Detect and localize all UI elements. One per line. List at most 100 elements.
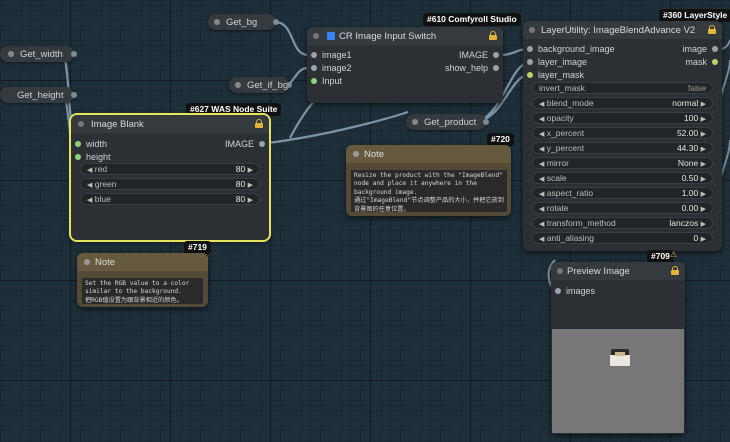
input-input[interactable]: Input	[311, 76, 342, 86]
widget-rotate[interactable]: ◀ rotate 0.00 ▶	[532, 202, 713, 214]
widget-mirror[interactable]: ◀ mirror None ▶	[532, 157, 713, 169]
node-collapse-dot[interactable]	[84, 259, 90, 265]
increment-arrow-icon[interactable]: ▶	[701, 116, 706, 123]
node-collapse-dot[interactable]	[78, 121, 84, 127]
get-if-bg-node[interactable]: Get_if_bg	[229, 77, 292, 93]
decrement-arrow-icon[interactable]: ◀	[539, 206, 544, 213]
output-socket[interactable]	[712, 46, 718, 52]
increment-arrow-icon[interactable]: ▶	[701, 176, 706, 183]
input-layer-image[interactable]: layer_image	[527, 57, 587, 67]
get-width-node[interactable]: Get_width	[0, 46, 77, 62]
node-collapse-dot[interactable]	[214, 19, 220, 25]
input-socket[interactable]	[75, 154, 81, 160]
widget-y-percent[interactable]: ◀ y_percent 44.30 ▶	[532, 142, 713, 154]
decrement-arrow-icon[interactable]: ◀	[539, 146, 544, 153]
node-collapse-dot[interactable]	[8, 51, 14, 57]
widget-blue[interactable]: ◀ blue 80 ▶	[80, 193, 260, 205]
node-title-bar[interactable]: CR Image Input Switch	[307, 27, 503, 45]
output-image[interactable]: IMAGE	[459, 50, 499, 60]
preview-output-image[interactable]	[552, 329, 684, 433]
widget-anti-aliasing[interactable]: ◀ anti_aliasing 0 ▶	[532, 232, 713, 244]
input-socket[interactable]	[75, 141, 81, 147]
output-image[interactable]: image	[682, 44, 718, 54]
node-collapse-dot[interactable]	[412, 119, 418, 125]
get-bg-node[interactable]: Get_bg	[208, 14, 279, 30]
image-blend-advance-node[interactable]: LayerUtility: ImageBlendAdvance V2 backg…	[523, 21, 722, 251]
increment-arrow-icon[interactable]: ▶	[701, 206, 706, 213]
decrement-arrow-icon[interactable]: ◀	[539, 176, 544, 183]
increment-arrow-icon[interactable]: ▶	[701, 236, 706, 243]
widget-transform-method[interactable]: ◀ transform_method lanczos ▶	[532, 217, 713, 229]
input-background-image[interactable]: background_image	[527, 44, 615, 54]
lock-icon[interactable]	[671, 266, 679, 275]
widget-red[interactable]: ◀ red 80 ▶	[80, 163, 260, 175]
node-title-bar[interactable]: LayerUtility: ImageBlendAdvance V2	[523, 21, 722, 39]
input-socket[interactable]	[555, 288, 561, 294]
input-socket[interactable]	[311, 78, 317, 84]
decrement-arrow-icon[interactable]: ◀	[539, 116, 544, 123]
output-socket[interactable]	[493, 52, 499, 58]
output-mask[interactable]: mask	[685, 57, 718, 67]
widget-blend-mode[interactable]: ◀ blend_mode normal ▶	[532, 97, 713, 109]
output-socket[interactable]	[71, 51, 77, 57]
cr-image-input-switch-node[interactable]: CR Image Input Switch image1 image2 Inpu…	[307, 27, 503, 103]
decrement-arrow-icon[interactable]: ◀	[539, 101, 544, 108]
widget-invert-mask[interactable]: invert_mask false	[532, 82, 713, 94]
input-socket[interactable]	[311, 65, 317, 71]
decrement-arrow-icon[interactable]: ◀	[87, 182, 92, 189]
decrement-arrow-icon[interactable]: ◀	[87, 167, 92, 174]
output-socket[interactable]	[493, 65, 499, 71]
increment-arrow-icon[interactable]: ▶	[701, 131, 706, 138]
image-blank-node[interactable]: Image Blank width height IMAGE ◀ red 80 ▶…	[69, 113, 271, 242]
decrement-arrow-icon[interactable]: ◀	[539, 236, 544, 243]
widget-scale[interactable]: ◀ scale 0.50 ▶	[532, 172, 713, 184]
widget-green[interactable]: ◀ green 80 ▶	[80, 178, 260, 190]
node-collapse-dot[interactable]	[353, 151, 359, 157]
decrement-arrow-icon[interactable]: ◀	[539, 221, 544, 228]
lock-icon[interactable]	[255, 119, 263, 128]
increment-arrow-icon[interactable]: ▶	[701, 101, 706, 108]
note-719-node[interactable]: Note Set the RGB value to a color simila…	[77, 253, 208, 307]
node-collapse-dot[interactable]	[529, 27, 535, 33]
decrement-arrow-icon[interactable]: ◀	[539, 131, 544, 138]
increment-arrow-icon[interactable]: ▶	[701, 161, 706, 168]
increment-arrow-icon[interactable]: ▶	[701, 146, 706, 153]
increment-arrow-icon[interactable]: ▶	[701, 221, 706, 228]
node-title-bar[interactable]: Note	[77, 253, 208, 271]
input-layer-mask[interactable]: layer_mask	[527, 70, 584, 80]
node-collapse-dot[interactable]	[235, 82, 241, 88]
widget-aspect-ratio[interactable]: ◀ aspect_ratio 1.00 ▶	[532, 187, 713, 199]
input-image2[interactable]: image2	[311, 63, 352, 73]
increment-arrow-icon[interactable]: ▶	[248, 182, 253, 189]
node-title-bar[interactable]: Note	[346, 145, 511, 163]
decrement-arrow-icon[interactable]: ◀	[87, 197, 92, 204]
get-height-node[interactable]: Get_height	[0, 87, 77, 103]
input-socket[interactable]	[527, 59, 533, 65]
output-socket[interactable]	[273, 19, 279, 25]
output-socket[interactable]	[259, 141, 265, 147]
lock-icon[interactable]	[708, 25, 716, 34]
node-collapse-dot[interactable]	[557, 268, 563, 274]
output-socket[interactable]	[286, 82, 292, 88]
input-socket[interactable]	[527, 72, 533, 78]
preview-image-node[interactable]: Preview Image images	[551, 262, 685, 434]
decrement-arrow-icon[interactable]: ◀	[539, 191, 544, 198]
input-socket[interactable]	[527, 46, 533, 52]
widget-opacity[interactable]: ◀ opacity 100 ▶	[532, 112, 713, 124]
increment-arrow-icon[interactable]: ▶	[701, 191, 706, 198]
node-title-bar[interactable]: Image Blank	[71, 115, 269, 133]
output-socket[interactable]	[483, 119, 489, 125]
output-image[interactable]: IMAGE	[225, 139, 265, 149]
input-image1[interactable]: image1	[311, 50, 352, 60]
lock-icon[interactable]	[489, 31, 497, 40]
node-title-bar[interactable]: Preview Image	[551, 262, 685, 280]
output-socket[interactable]	[71, 92, 77, 98]
increment-arrow-icon[interactable]: ▶	[248, 167, 253, 174]
input-images[interactable]: images	[555, 286, 595, 296]
node-collapse-dot[interactable]	[313, 33, 319, 39]
note-text-area[interactable]: Resize the product with the "ImageBlend"…	[351, 170, 507, 212]
note-720-node[interactable]: Note Resize the product with the "ImageB…	[346, 145, 511, 216]
input-width[interactable]: width	[75, 139, 107, 149]
decrement-arrow-icon[interactable]: ◀	[539, 161, 544, 168]
output-show-help[interactable]: show_help	[445, 63, 499, 73]
